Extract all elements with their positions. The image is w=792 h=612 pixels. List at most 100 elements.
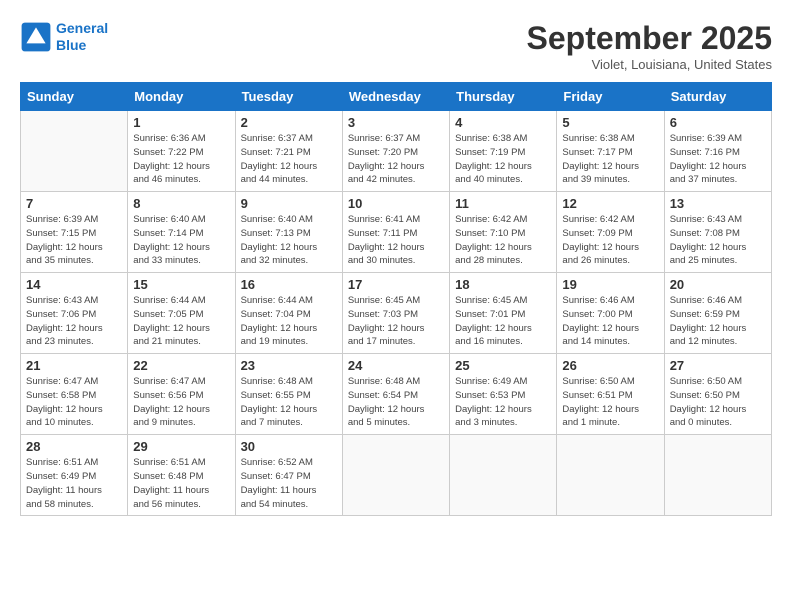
day-info: Sunrise: 6:40 AM Sunset: 7:14 PM Dayligh… xyxy=(133,213,229,268)
location-subtitle: Violet, Louisiana, United States xyxy=(527,57,772,72)
day-number: 28 xyxy=(26,439,122,454)
calendar-day-cell: 2 Sunrise: 6:37 AM Sunset: 7:21 PM Daylig… xyxy=(235,111,342,192)
day-number: 10 xyxy=(348,196,444,211)
calendar-day-cell: 27Sunrise: 6:50 AM Sunset: 6:50 PM Dayli… xyxy=(664,354,771,435)
header-thursday: Thursday xyxy=(450,83,557,111)
day-info: Sunrise: 6:48 AM Sunset: 6:54 PM Dayligh… xyxy=(348,375,444,430)
day-info: Sunrise: 6:47 AM Sunset: 6:56 PM Dayligh… xyxy=(133,375,229,430)
calendar-table: Sunday Monday Tuesday Wednesday Thursday… xyxy=(20,82,772,516)
day-info: Sunrise: 6:37 AM Sunset: 7:21 PM Dayligh… xyxy=(241,132,337,187)
calendar-day-cell: 11 Sunrise: 6:42 AM Sunset: 7:10 PM Dayli… xyxy=(450,192,557,273)
day-number: 3 xyxy=(348,115,444,130)
calendar-day-cell: 24Sunrise: 6:48 AM Sunset: 6:54 PM Dayli… xyxy=(342,354,449,435)
calendar-day-cell: 8 Sunrise: 6:40 AM Sunset: 7:14 PM Daylig… xyxy=(128,192,235,273)
header-friday: Friday xyxy=(557,83,664,111)
calendar-day-cell: 3 Sunrise: 6:37 AM Sunset: 7:20 PM Daylig… xyxy=(342,111,449,192)
day-number: 8 xyxy=(133,196,229,211)
calendar-header-row: Sunday Monday Tuesday Wednesday Thursday… xyxy=(21,83,772,111)
day-info: Sunrise: 6:43 AM Sunset: 7:08 PM Dayligh… xyxy=(670,213,766,268)
day-number: 6 xyxy=(670,115,766,130)
header-saturday: Saturday xyxy=(664,83,771,111)
day-number: 5 xyxy=(562,115,658,130)
calendar-day-cell: 25Sunrise: 6:49 AM Sunset: 6:53 PM Dayli… xyxy=(450,354,557,435)
calendar-day-cell: 7 Sunrise: 6:39 AM Sunset: 7:15 PM Daylig… xyxy=(21,192,128,273)
calendar-day-cell: 26 Sunrise: 6:50 AM Sunset: 6:51 PM Dayli… xyxy=(557,354,664,435)
month-title: September 2025 xyxy=(527,20,772,57)
day-number: 29 xyxy=(133,439,229,454)
day-info: Sunrise: 6:47 AM Sunset: 6:58 PM Dayligh… xyxy=(26,375,122,430)
day-number: 30 xyxy=(241,439,337,454)
calendar-day-cell xyxy=(450,435,557,516)
calendar-day-cell xyxy=(664,435,771,516)
calendar-day-cell: 14Sunrise: 6:43 AM Sunset: 7:06 PM Dayli… xyxy=(21,273,128,354)
calendar-day-cell: 17 Sunrise: 6:45 AM Sunset: 7:03 PM Dayli… xyxy=(342,273,449,354)
day-info: Sunrise: 6:38 AM Sunset: 7:19 PM Dayligh… xyxy=(455,132,551,187)
day-info: Sunrise: 6:45 AM Sunset: 7:01 PM Dayligh… xyxy=(455,294,551,349)
day-number: 12 xyxy=(562,196,658,211)
day-info: Sunrise: 6:37 AM Sunset: 7:20 PM Dayligh… xyxy=(348,132,444,187)
calendar-day-cell: 1Sunrise: 6:36 AM Sunset: 7:22 PM Daylig… xyxy=(128,111,235,192)
day-info: Sunrise: 6:50 AM Sunset: 6:51 PM Dayligh… xyxy=(562,375,658,430)
calendar-day-cell: 28 Sunrise: 6:51 AM Sunset: 6:49 PM Dayli… xyxy=(21,435,128,516)
day-info: Sunrise: 6:46 AM Sunset: 7:00 PM Dayligh… xyxy=(562,294,658,349)
day-info: Sunrise: 6:41 AM Sunset: 7:11 PM Dayligh… xyxy=(348,213,444,268)
title-block: September 2025 Violet, Louisiana, United… xyxy=(527,20,772,72)
calendar-day-cell: 22 Sunrise: 6:47 AM Sunset: 6:56 PM Dayli… xyxy=(128,354,235,435)
calendar-day-cell xyxy=(342,435,449,516)
day-number: 9 xyxy=(241,196,337,211)
day-number: 11 xyxy=(455,196,551,211)
calendar-day-cell: 13 Sunrise: 6:43 AM Sunset: 7:08 PM Dayli… xyxy=(664,192,771,273)
calendar-day-cell: 16 Sunrise: 6:44 AM Sunset: 7:04 PM Dayli… xyxy=(235,273,342,354)
calendar-day-cell xyxy=(21,111,128,192)
day-number: 18 xyxy=(455,277,551,292)
calendar-day-cell: 6Sunrise: 6:39 AM Sunset: 7:16 PM Daylig… xyxy=(664,111,771,192)
day-info: Sunrise: 6:42 AM Sunset: 7:10 PM Dayligh… xyxy=(455,213,551,268)
day-number: 15 xyxy=(133,277,229,292)
logo-line1: General xyxy=(56,20,108,36)
calendar-day-cell: 21 Sunrise: 6:47 AM Sunset: 6:58 PM Dayli… xyxy=(21,354,128,435)
calendar-day-cell: 9 Sunrise: 6:40 AM Sunset: 7:13 PM Daylig… xyxy=(235,192,342,273)
day-number: 22 xyxy=(133,358,229,373)
calendar-day-cell: 5 Sunrise: 6:38 AM Sunset: 7:17 PM Daylig… xyxy=(557,111,664,192)
logo-text: General Blue xyxy=(56,20,108,54)
calendar-day-cell xyxy=(557,435,664,516)
calendar-week-row: 21 Sunrise: 6:47 AM Sunset: 6:58 PM Dayli… xyxy=(21,354,772,435)
day-info: Sunrise: 6:42 AM Sunset: 7:09 PM Dayligh… xyxy=(562,213,658,268)
day-info: Sunrise: 6:52 AM Sunset: 6:47 PM Dayligh… xyxy=(241,456,337,511)
day-info: Sunrise: 6:49 AM Sunset: 6:53 PM Dayligh… xyxy=(455,375,551,430)
day-info: Sunrise: 6:44 AM Sunset: 7:04 PM Dayligh… xyxy=(241,294,337,349)
calendar-week-row: 7 Sunrise: 6:39 AM Sunset: 7:15 PM Daylig… xyxy=(21,192,772,273)
calendar-day-cell: 15 Sunrise: 6:44 AM Sunset: 7:05 PM Dayli… xyxy=(128,273,235,354)
day-number: 1 xyxy=(133,115,229,130)
day-info: Sunrise: 6:48 AM Sunset: 6:55 PM Dayligh… xyxy=(241,375,337,430)
day-number: 2 xyxy=(241,115,337,130)
page-header: General Blue September 2025 Violet, Loui… xyxy=(20,20,772,72)
calendar-day-cell: 19 Sunrise: 6:46 AM Sunset: 7:00 PM Dayli… xyxy=(557,273,664,354)
day-info: Sunrise: 6:44 AM Sunset: 7:05 PM Dayligh… xyxy=(133,294,229,349)
calendar-day-cell: 4Sunrise: 6:38 AM Sunset: 7:19 PM Daylig… xyxy=(450,111,557,192)
header-wednesday: Wednesday xyxy=(342,83,449,111)
logo: General Blue xyxy=(20,20,108,54)
day-info: Sunrise: 6:38 AM Sunset: 7:17 PM Dayligh… xyxy=(562,132,658,187)
day-info: Sunrise: 6:39 AM Sunset: 7:15 PM Dayligh… xyxy=(26,213,122,268)
day-number: 26 xyxy=(562,358,658,373)
day-number: 13 xyxy=(670,196,766,211)
day-info: Sunrise: 6:40 AM Sunset: 7:13 PM Dayligh… xyxy=(241,213,337,268)
day-number: 21 xyxy=(26,358,122,373)
day-number: 27 xyxy=(670,358,766,373)
calendar-week-row: 14Sunrise: 6:43 AM Sunset: 7:06 PM Dayli… xyxy=(21,273,772,354)
day-info: Sunrise: 6:51 AM Sunset: 6:49 PM Dayligh… xyxy=(26,456,122,511)
logo-icon xyxy=(20,21,52,53)
day-number: 19 xyxy=(562,277,658,292)
day-number: 17 xyxy=(348,277,444,292)
day-info: Sunrise: 6:45 AM Sunset: 7:03 PM Dayligh… xyxy=(348,294,444,349)
day-number: 16 xyxy=(241,277,337,292)
calendar-day-cell: 12 Sunrise: 6:42 AM Sunset: 7:09 PM Dayli… xyxy=(557,192,664,273)
day-info: Sunrise: 6:51 AM Sunset: 6:48 PM Dayligh… xyxy=(133,456,229,511)
calendar-week-row: 1Sunrise: 6:36 AM Sunset: 7:22 PM Daylig… xyxy=(21,111,772,192)
day-number: 7 xyxy=(26,196,122,211)
calendar-week-row: 28 Sunrise: 6:51 AM Sunset: 6:49 PM Dayli… xyxy=(21,435,772,516)
calendar-day-cell: 20Sunrise: 6:46 AM Sunset: 6:59 PM Dayli… xyxy=(664,273,771,354)
day-number: 14 xyxy=(26,277,122,292)
header-tuesday: Tuesday xyxy=(235,83,342,111)
